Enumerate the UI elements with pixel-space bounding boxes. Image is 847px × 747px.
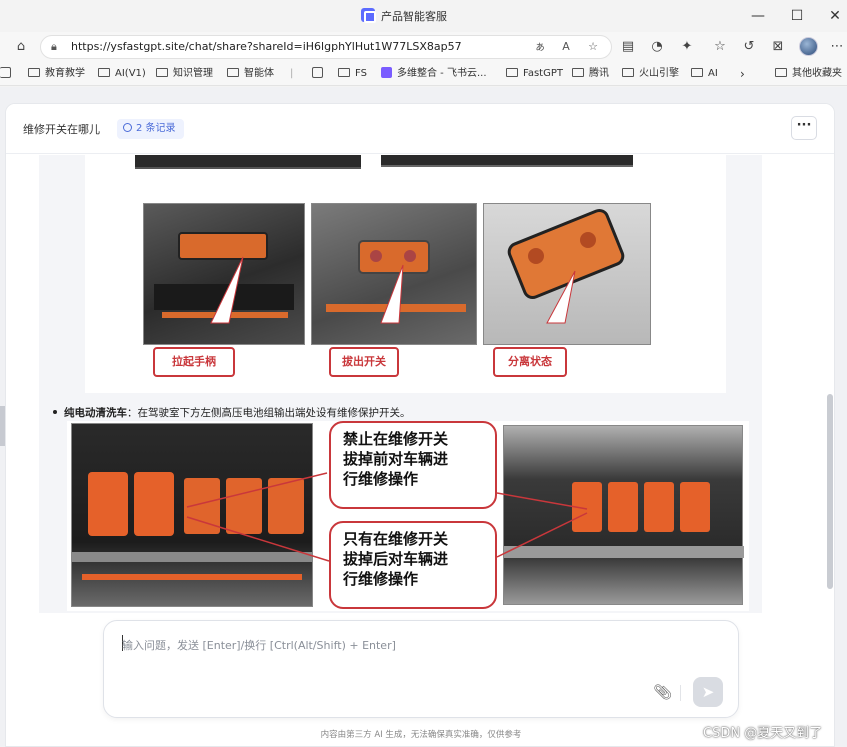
bookmark-separator: |: [290, 68, 294, 79]
profile-avatar[interactable]: [799, 37, 818, 56]
callout-before-removal: 禁止在维修开关 拔掉前对车辆进 行维修操作: [329, 421, 497, 509]
chat-title: 维修开关在哪儿: [23, 123, 100, 136]
folder-icon: [506, 68, 518, 77]
favorites-icon[interactable]: ☆: [711, 38, 729, 56]
send-button[interactable]: ➤: [693, 677, 723, 707]
folder-icon: [98, 68, 110, 77]
more-menu-icon[interactable]: ⋯: [828, 38, 846, 56]
bookmark-item[interactable]: [312, 66, 327, 82]
message-image-switch-steps: 拉起手柄 拔出开关 分离状态: [85, 155, 726, 393]
history-icon[interactable]: ↺: [740, 38, 758, 56]
bookmark-folder[interactable]: FS: [338, 66, 367, 82]
folder-icon: [691, 68, 703, 77]
page-icon: [312, 67, 323, 78]
feishu-icon: [381, 67, 392, 78]
extensions-icon[interactable]: ✦: [678, 38, 696, 56]
label-separated: 分离状态: [493, 347, 567, 377]
bookmark-folder[interactable]: AI: [691, 66, 718, 82]
folder-icon: [156, 68, 168, 77]
bookmark-folder[interactable]: 腾讯: [572, 66, 609, 82]
ai-message: 拉起手柄 拔出开关 分离状态 纯电动清洗车：在驾驶室下方左侧高压电池组输出端处设…: [39, 155, 762, 613]
url-text[interactable]: https://ysfastgpt.site/chat/share?shareI…: [71, 40, 462, 53]
bullet-cleaning-vehicle: 纯电动清洗车：在驾驶室下方左侧高压电池组输出端处设有维修保护开关。: [53, 405, 411, 420]
records-badge[interactable]: 2 条记录: [117, 119, 184, 139]
label-pull-out: 拔出开关: [329, 347, 399, 377]
bookmarks-bar: 教育教学 AI(V1) 知识管理 智能体 | FS 多维整合 - 飞书云... …: [0, 62, 847, 86]
window-title: 产品智能客服: [381, 10, 447, 23]
title-bar: 产品智能客服 — ☐ ✕: [0, 0, 847, 32]
bookmark-folder[interactable]: 火山引擎: [622, 66, 679, 82]
bullet-text: ：在驾驶室下方左侧高压电池组输出端处设有维修保护开关。: [127, 407, 411, 419]
maximize-button[interactable]: ☐: [787, 7, 807, 25]
app-icon: [361, 8, 376, 23]
attachment-icon[interactable]: 📎︎: [653, 683, 672, 701]
translate-icon[interactable]: ぁ: [533, 40, 547, 54]
folder-icon: [622, 68, 634, 77]
chat-input-placeholder[interactable]: 输入问题，发送 [Enter]/换行 [Ctrl(Alt/Shift) + En…: [122, 637, 396, 653]
bullet-dot: [53, 410, 57, 414]
callout-after-removal: 只有在维修开关 拔掉后对车辆进 行维修操作: [329, 521, 497, 609]
page-content: › 维修开关在哪儿 2 条记录 ···: [0, 87, 847, 747]
csdn-watermark: CSDN @夏天又到了: [703, 726, 823, 741]
read-aloud-icon[interactable]: A: [559, 40, 573, 54]
folder-icon: [227, 68, 239, 77]
message-image-battery-pack: 禁止在维修开关 拔掉前对车辆进 行维修操作 只有在维修开关 拔掉后对车辆进 行维…: [67, 421, 749, 611]
bookmark-folder[interactable]: FastGPT: [506, 66, 563, 82]
chat-card: 维修开关在哪儿 2 条记录 ··· 拉起手柄 拔出开关 分离状态 纯电动清洗车：…: [5, 103, 835, 747]
more-options-button[interactable]: ···: [791, 116, 817, 140]
screenshot-icon[interactable]: ⊠: [769, 38, 787, 56]
clock-icon: [123, 123, 132, 132]
label-pull-handle: 拉起手柄: [153, 347, 235, 377]
reader-icon[interactable]: ▤: [619, 38, 637, 56]
chat-input-box[interactable]: 输入问题，发送 [Enter]/换行 [Ctrl(Alt/Shift) + En…: [103, 620, 739, 718]
bookmark-folder[interactable]: 知识管理: [156, 66, 213, 82]
bookmark-collapsed[interactable]: [0, 66, 15, 82]
chevron-right-icon[interactable]: ›: [740, 66, 745, 82]
bookmark-folder[interactable]: AI(V1): [98, 66, 146, 82]
address-bar[interactable]: 🔒︎ https://ysfastgpt.site/chat/share?sha…: [40, 35, 612, 59]
bookmark-folder[interactable]: 教育教学: [28, 66, 85, 82]
bullet-title: 纯电动清洗车: [64, 407, 127, 419]
chat-scrollbar[interactable]: [827, 394, 833, 589]
folder-icon: [338, 68, 350, 77]
close-button[interactable]: ✕: [825, 7, 845, 25]
favorite-star-icon[interactable]: ☆: [586, 40, 600, 54]
bookmark-folder[interactable]: 其他收藏夹: [775, 66, 842, 82]
divider: [680, 685, 681, 701]
chat-header: 维修开关在哪儿 2 条记录 ···: [6, 104, 834, 154]
minimize-button[interactable]: —: [748, 7, 768, 25]
browser-essentials-icon[interactable]: ◔: [648, 38, 666, 56]
folder-icon: [28, 68, 40, 77]
lock-icon[interactable]: 🔒︎: [51, 41, 63, 53]
address-toolbar: ⌂ 🔒︎ https://ysfastgpt.site/chat/share?s…: [0, 32, 847, 62]
home-icon[interactable]: ⌂: [12, 38, 30, 56]
folder-icon: [572, 68, 584, 77]
bookmark-feishu[interactable]: 多维整合 - 飞书云...: [381, 66, 487, 82]
bookmark-folder[interactable]: 智能体: [227, 66, 274, 82]
folder-icon: [775, 68, 787, 77]
